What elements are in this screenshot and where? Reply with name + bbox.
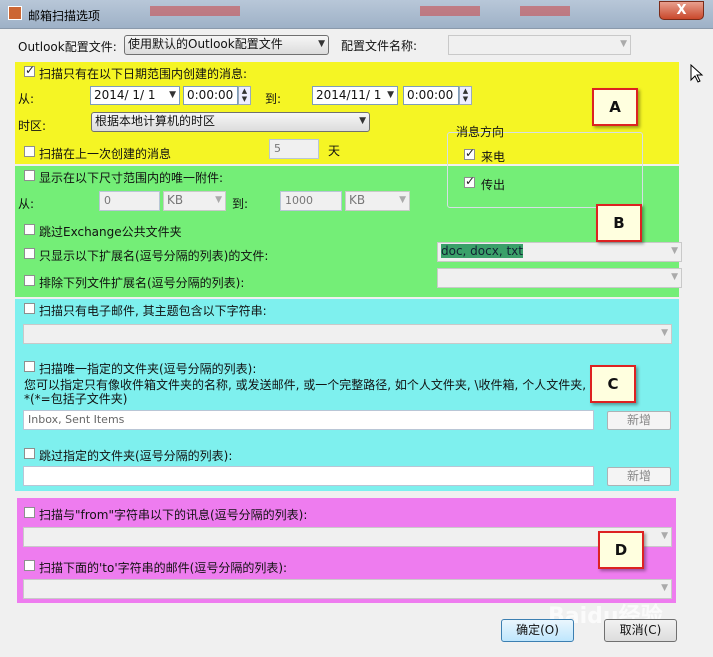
date-range-checkbox[interactable] [24,63,35,77]
window-title: 邮箱扫描选项 [28,9,101,23]
chevron-down-icon: ▼ [359,116,366,126]
message-direction-group [447,132,643,208]
outgoing-checkbox[interactable] [464,174,475,188]
title-bar: 邮箱扫描选项 X [0,0,713,29]
size-from-unit: KB [167,193,184,207]
only-folders-label: 扫描唯一指定的文件夹(逗号分隔的列表): [39,362,257,376]
time-to-spinner[interactable]: ▲ ▼ [459,86,472,105]
profile-selected-value: 使用默认的Outlook配置文件 [128,37,283,51]
date-to-value: 2014/11/ 1 [316,88,382,102]
chevron-down-icon: ▼ [387,90,394,100]
folder-help-subtext: *(*=包括子文件夹) [24,392,128,406]
app-icon [8,6,22,20]
size-from-input[interactable]: 0 [99,191,160,211]
date-range-label: 扫描只有在以下日期范围内创建的消息: [39,67,248,81]
time-to-value: 0:00:00 [407,88,454,102]
show-extensions-value: doc, docx, txt [441,244,523,258]
dialog-window: 邮箱扫描选项 X Outlook配置文件: 使用默认的Outlook配置文件 ▼ … [0,0,713,657]
add-skip-folder-button[interactable]: 新增 [607,467,671,486]
size-to-label: 到: [232,197,249,211]
close-icon: X [676,3,687,18]
blurred-title-decoration [520,6,570,16]
date-from-value: 2014/ 1/ 1 [94,88,156,102]
close-button[interactable]: X [659,1,704,20]
subject-filter-combo[interactable]: ▼ [23,324,672,344]
show-extensions-label: 只显示以下扩展名(逗号分隔的列表)的文件: [39,249,269,263]
annotation-marker-b: B [596,204,642,242]
size-to-input[interactable]: 1000 [280,191,342,211]
skip-folders-input[interactable] [23,466,594,486]
time-from-spinner[interactable]: ▲ ▼ [238,86,251,105]
profile-label: Outlook配置文件: [18,40,117,54]
chevron-down-icon: ▼ [671,246,678,256]
exclude-extensions-checkbox[interactable] [24,275,35,286]
chevron-down-icon: ▼ [671,272,678,282]
to-filter-checkbox[interactable] [24,560,35,571]
from-filter-label: 扫描与"from"字符串以下的讯息(逗号分隔的列表): [39,508,308,522]
last-created-label: 扫描在上一次创建的消息 [39,147,172,161]
chevron-down-icon: ▼ [399,195,406,205]
from-filter-combo[interactable]: ▼ [23,527,672,547]
chevron-down-icon: ▼ [661,583,668,593]
skip-folders-label: 跳过指定的文件夹(逗号分隔的列表): [39,449,233,463]
outgoing-label: 传出 [481,178,506,192]
mouse-cursor-icon [690,64,704,83]
time-to-input[interactable]: 0:00:00 [403,86,459,105]
date-from-picker[interactable]: 2014/ 1/ 1 ▼ [90,86,180,105]
only-folders-checkbox[interactable] [24,361,35,372]
to-filter-combo[interactable]: ▼ [23,579,672,599]
size-to-unit-select[interactable]: KB ▼ [345,191,410,211]
subject-filter-label: 扫描只有电子邮件, 其主题包含以下字符串: [39,304,267,318]
chevron-down-icon: ▼ [661,531,668,541]
days-unit-label: 天 [328,144,341,158]
attachment-size-checkbox[interactable] [24,170,35,181]
profile-select[interactable]: 使用默认的Outlook配置文件 ▼ [124,35,329,55]
size-to-unit: KB [349,193,366,207]
time-from-input[interactable]: 0:00:00 [183,86,238,105]
to-filter-label: 扫描下面的'to'字符串的邮件(逗号分隔的列表): [39,561,288,575]
profile-name-select[interactable]: ▼ [448,35,631,55]
subject-filter-checkbox[interactable] [24,303,35,314]
message-direction-title: 消息方向 [456,125,505,139]
date-to-label: 到: [265,92,282,106]
ok-button[interactable]: 确定(O) [501,619,574,642]
timezone-select[interactable]: 根据本地计算机的时区 ▼ [91,112,370,132]
show-extensions-checkbox[interactable] [24,248,35,259]
exclude-extensions-combo[interactable]: ▼ [437,268,682,288]
chevron-down-icon: ▼ [169,90,176,100]
incoming-label: 来电 [481,150,506,164]
date-from-label: 从: [18,92,35,106]
add-folder-button[interactable]: 新增 [607,411,671,430]
date-to-picker[interactable]: 2014/11/ 1 ▼ [312,86,398,105]
chevron-down-icon: ▼ [620,39,627,49]
profile-name-label: 配置文件名称: [341,39,418,53]
show-extensions-combo[interactable]: doc, docx, txt ▼ [437,242,682,262]
skip-exchange-label: 跳过Exchange公共文件夹 [39,225,182,239]
skip-exchange-checkbox[interactable] [24,224,35,235]
chevron-down-icon: ▼ [661,328,668,338]
chevron-down-icon: ▼ [215,195,222,205]
annotation-marker-d: D [598,531,644,569]
attachment-size-label: 显示在以下尺寸范围内的唯一附件: [39,171,224,185]
cancel-button[interactable]: 取消(C) [604,619,677,642]
annotation-marker-a: A [592,88,638,126]
size-from-label: 从: [18,197,35,211]
size-from-unit-select[interactable]: KB ▼ [163,191,226,211]
timezone-value: 根据本地计算机的时区 [95,114,216,128]
incoming-checkbox[interactable] [464,146,475,160]
skip-folders-checkbox[interactable] [24,448,35,459]
from-filter-checkbox[interactable] [24,507,35,518]
only-folders-input[interactable]: Inbox, Sent Items [23,410,594,430]
timezone-label: 时区: [18,119,47,133]
exclude-extensions-label: 排除下列文件扩展名(逗号分隔的列表): [39,276,245,290]
last-created-checkbox[interactable] [24,146,35,157]
blurred-title-decoration [420,6,480,16]
blurred-title-decoration [150,6,240,16]
chevron-down-icon: ▼ [318,39,325,49]
annotation-marker-c: C [590,365,636,403]
time-from-value: 0:00:00 [187,88,234,102]
last-created-days-input[interactable]: 5 [269,139,319,159]
